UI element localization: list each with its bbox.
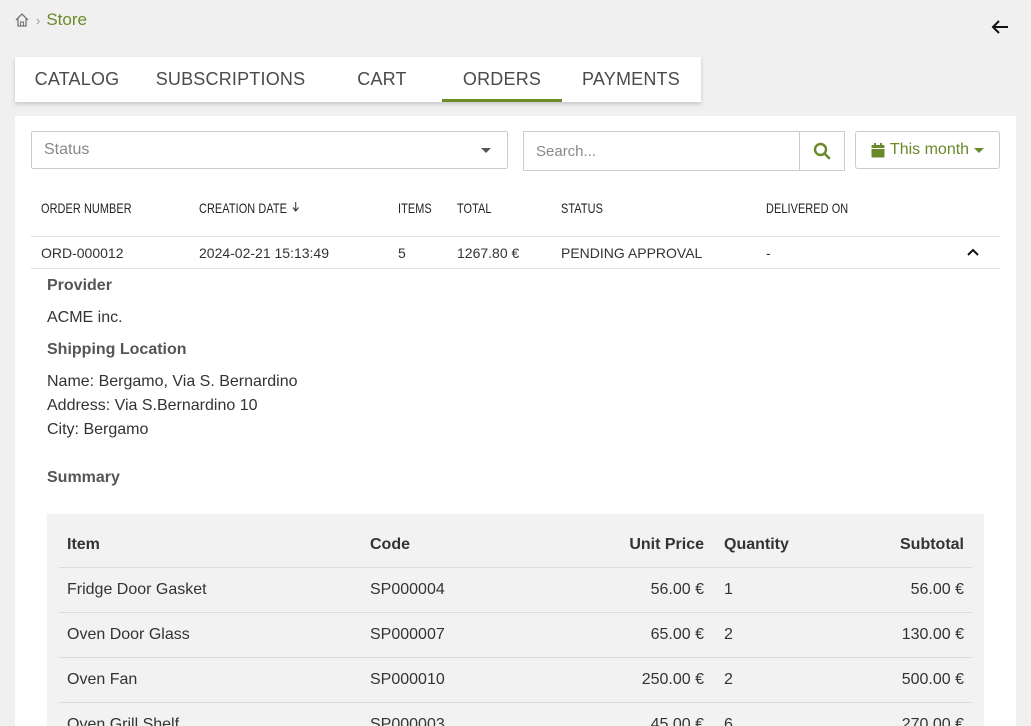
items-count: 5 <box>398 245 406 261</box>
summary-col-code: Code <box>370 536 410 553</box>
search-box <box>523 131 845 171</box>
summary-col-subtotal: Subtotal <box>900 536 964 553</box>
item-quantity: 6 <box>724 716 733 726</box>
item-quantity: 2 <box>724 626 733 643</box>
item-unit-price: 56.00 € <box>650 581 704 598</box>
breadcrumb-store[interactable]: Store <box>46 10 87 30</box>
orders-panel: Status This month ORDER NUMBER CREATION … <box>15 116 1016 726</box>
period-dropdown[interactable]: This month <box>855 131 1000 169</box>
summary-col-unit-price: Unit Price <box>629 536 704 553</box>
item-quantity: 1 <box>724 581 733 598</box>
shipping-address: Address: Via S.Bernardino 10 <box>47 397 258 414</box>
item-code: SP000003 <box>370 716 445 726</box>
caret-down-icon <box>481 148 491 153</box>
col-creation-date[interactable]: CREATION DATE <box>199 200 299 216</box>
summary-col-item: Item <box>67 536 100 553</box>
table-row: Oven Grill Shelf SP000003 45.00 € 6 270.… <box>59 703 972 726</box>
back-button[interactable] <box>989 16 1011 38</box>
chevron-right-icon: › <box>36 12 41 28</box>
home-icon[interactable] <box>14 12 30 28</box>
shipping-city: City: Bergamo <box>47 421 149 438</box>
status-select[interactable]: Status <box>31 131 508 169</box>
item-code: SP000010 <box>370 671 445 688</box>
item-quantity: 2 <box>724 671 733 688</box>
tab-cart[interactable]: CART <box>322 57 442 102</box>
arrow-left-icon <box>991 20 1008 34</box>
item-name: Fridge Door Gasket <box>67 581 207 598</box>
orders-table-header: ORDER NUMBER CREATION DATE ITEMS TOTAL S… <box>31 188 1000 237</box>
item-subtotal: 56.00 € <box>910 581 964 598</box>
summary-header-row: Item Code Unit Price Quantity Subtotal <box>59 514 972 568</box>
breadcrumb: › Store <box>14 10 87 30</box>
col-creation-date-label: CREATION DATE <box>199 200 287 216</box>
order-status: PENDING APPROVAL <box>561 245 703 261</box>
provider-title: Provider <box>47 277 112 294</box>
item-unit-price: 45.00 € <box>650 716 704 726</box>
order-number: ORD-000012 <box>41 245 124 261</box>
search-input[interactable] <box>524 132 799 170</box>
provider-name: ACME inc. <box>47 309 123 326</box>
col-items[interactable]: ITEMS <box>398 200 432 216</box>
tab-catalog[interactable]: CATALOG <box>15 57 139 102</box>
delivered-on: - <box>766 245 771 261</box>
chevron-up-icon[interactable] <box>966 245 980 259</box>
item-name: Oven Door Glass <box>67 626 190 643</box>
item-code: SP000004 <box>370 581 445 598</box>
tab-bar: CATALOG SUBSCRIPTIONS CART ORDERS PAYMEN… <box>15 57 701 102</box>
creation-date: 2024-02-21 15:13:49 <box>199 245 329 261</box>
item-name: Oven Fan <box>67 671 138 688</box>
filter-bar: Status This month <box>31 131 1000 171</box>
item-subtotal: 270.00 € <box>901 716 964 726</box>
col-status[interactable]: STATUS <box>561 200 603 216</box>
search-icon <box>813 142 831 160</box>
col-total[interactable]: TOTAL <box>457 200 492 216</box>
summary-table: Item Code Unit Price Quantity Subtotal F… <box>47 514 984 726</box>
tab-payments[interactable]: PAYMENTS <box>562 57 700 102</box>
order-total: 1267.80 € <box>457 245 520 261</box>
arrow-down-icon <box>292 200 300 216</box>
summary-col-quantity: Quantity <box>724 536 789 553</box>
table-row: Oven Fan SP000010 250.00 € 2 500.00 € <box>59 658 972 703</box>
search-button[interactable] <box>799 132 844 170</box>
shipping-name: Name: Bergamo, Via S. Bernardino <box>47 373 298 390</box>
table-row: Oven Door Glass SP000007 65.00 € 2 130.0… <box>59 613 972 658</box>
summary-title: Summary <box>47 469 120 486</box>
caret-down-icon <box>974 147 985 153</box>
calendar-icon <box>871 142 885 157</box>
shipping-title: Shipping Location <box>47 341 187 358</box>
col-delivered-on[interactable]: DELIVERED ON <box>766 200 848 216</box>
item-unit-price: 250.00 € <box>641 671 704 688</box>
col-order-number[interactable]: ORDER NUMBER <box>41 200 132 216</box>
table-row: Fridge Door Gasket SP000004 56.00 € 1 56… <box>59 568 972 613</box>
item-unit-price: 65.00 € <box>650 626 704 643</box>
table-row[interactable]: ORD-000012 2024-02-21 15:13:49 5 1267.80… <box>31 237 1000 269</box>
item-subtotal: 130.00 € <box>901 626 964 643</box>
period-label: This month <box>889 141 970 158</box>
item-code: SP000007 <box>370 626 445 643</box>
item-name: Oven Grill Shelf <box>67 716 180 726</box>
status-placeholder: Status <box>44 141 90 158</box>
tab-orders[interactable]: ORDERS <box>442 57 562 102</box>
item-subtotal: 500.00 € <box>901 671 964 688</box>
tab-subscriptions[interactable]: SUBSCRIPTIONS <box>139 57 322 102</box>
